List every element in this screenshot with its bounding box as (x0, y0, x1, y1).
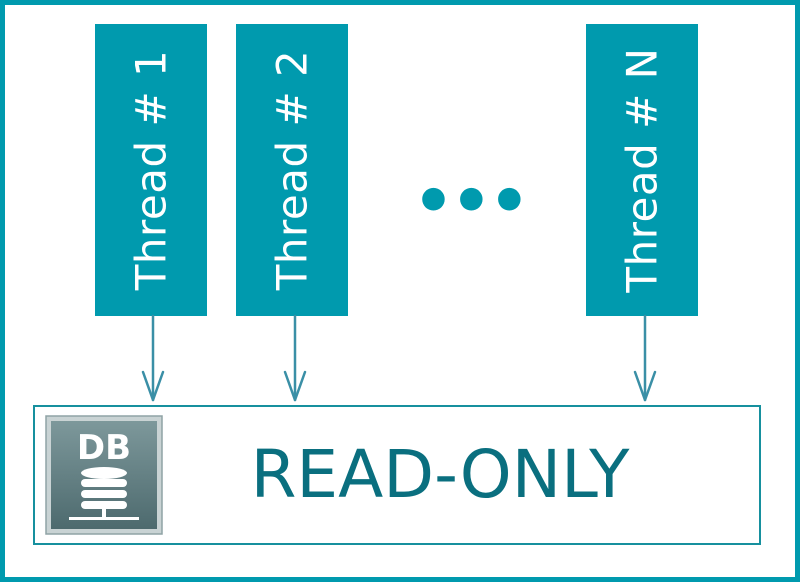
read-only-label: READ-ONLY (250, 436, 630, 513)
database-icon-text: DB (77, 428, 131, 468)
arrow-thread-2 (283, 314, 307, 402)
database-icon: DB (45, 415, 163, 535)
arrow-thread-1 (141, 314, 165, 402)
read-only-database-box: DB READ-ONLY (33, 405, 761, 545)
arrow-thread-n (633, 314, 657, 402)
